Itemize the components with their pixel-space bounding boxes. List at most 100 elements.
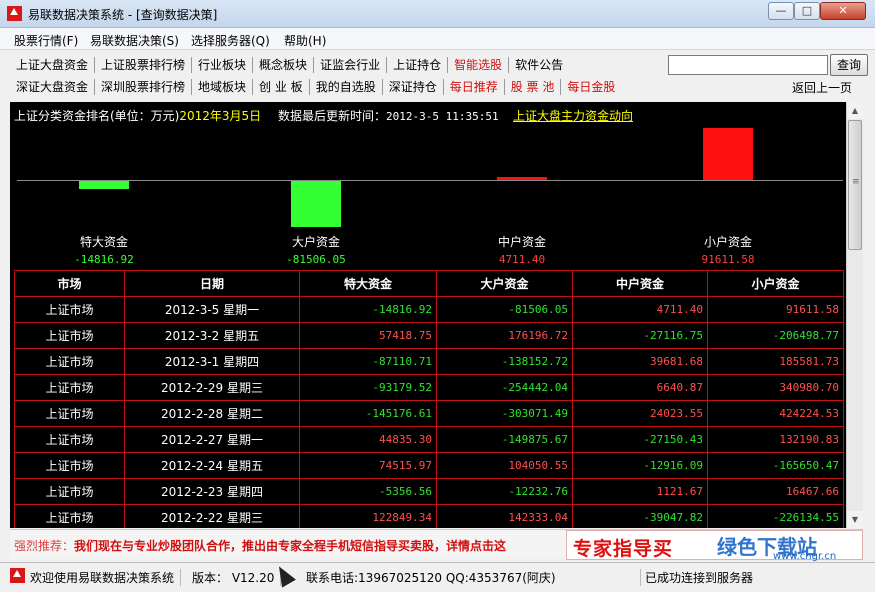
nav-link-r1-2[interactable]: 行业板块 bbox=[192, 57, 254, 73]
table-cell: 2012-2-23 星期四 bbox=[124, 478, 300, 505]
table-cell: 上证市场 bbox=[14, 478, 125, 505]
chart-value-label: -81506.05 bbox=[286, 253, 346, 266]
chart-bar bbox=[79, 181, 129, 190]
nav-link-r2-3[interactable]: 创 业 板 bbox=[253, 79, 310, 95]
table-row[interactable]: 上证市场 2012-2-22 星期三 122849.34 142333.04 -3904… bbox=[14, 504, 844, 528]
table-cell: -81506.05 bbox=[436, 296, 573, 323]
table-cell: 上证市场 bbox=[14, 400, 125, 427]
table-row[interactable]: 上证市场 2012-2-23 星期四 -5356.56 -12232.76 1121.6… bbox=[14, 478, 844, 505]
table-cell: 132190.83 bbox=[707, 426, 844, 453]
table-cell: -93179.52 bbox=[299, 374, 437, 401]
table-cell: 91611.58 bbox=[707, 296, 844, 323]
chart-category-label: 中户资金 bbox=[497, 235, 546, 249]
table-cell: 340980.70 bbox=[707, 374, 844, 401]
nav-link-r1-7[interactable]: 软件公告 bbox=[509, 57, 569, 73]
table-cell: 上证市场 bbox=[14, 322, 125, 349]
chart-value-label: -14816.92 bbox=[74, 253, 134, 266]
query-button[interactable]: 查询 bbox=[830, 54, 868, 76]
chart-category-label: 大户资金 bbox=[291, 235, 340, 249]
status-connection: 已成功连接到服务器 bbox=[640, 569, 759, 586]
chart-category-label: 特大资金 bbox=[79, 235, 128, 249]
nav-link-r1-0[interactable]: 上证大盘资金 bbox=[10, 57, 96, 73]
column-header: 中户资金 bbox=[572, 270, 708, 297]
menu-select-server[interactable]: 选择服务器(Q) bbox=[191, 32, 270, 49]
nav-row-1: 上证大盘资金 上证股票排行榜 行业板块 概念板块 证监会行业 上证持仓 智能选股 软件公告 bbox=[10, 56, 569, 76]
menu-data-decision[interactable]: 易联数据决策(S) bbox=[90, 32, 179, 49]
promo-text-link[interactable]: 我们现在与专业炒股团队合作，推出由专家全程手机短信指导买卖股，详情点击这 bbox=[74, 537, 506, 554]
table-row[interactable]: 上证市场 2012-2-29 星期三 -93179.52 -254442.04 6640… bbox=[14, 374, 844, 401]
table-cell: 2012-3-1 星期四 bbox=[124, 348, 300, 375]
table-cell: -87110.71 bbox=[299, 348, 437, 375]
chart-zero-axis bbox=[17, 180, 843, 181]
table-cell: -27116.75 bbox=[572, 322, 708, 349]
promo-banner[interactable]: 专家指导买 绿色下载站 www.cngr.cn bbox=[566, 530, 863, 562]
table-cell: 上证市场 bbox=[14, 426, 125, 453]
table-cell: 上证市场 bbox=[14, 296, 125, 323]
table-cell: 57418.75 bbox=[299, 322, 437, 349]
table-cell: -12232.76 bbox=[436, 478, 573, 505]
nav-link-r2-0[interactable]: 深证大盘资金 bbox=[10, 79, 96, 95]
table-cell: 4711.40 bbox=[572, 296, 708, 323]
vertical-scrollbar[interactable]: ▲ ▼ bbox=[846, 102, 863, 528]
table-cell: -206498.77 bbox=[707, 322, 844, 349]
nav-link-r2-2[interactable]: 地域板块 bbox=[192, 79, 254, 95]
nav-link-r2-1[interactable]: 深圳股票排行榜 bbox=[95, 79, 193, 95]
fund-ranking-panel: 上证分类资金排名(单位：万元)2012年3月5日 数据最后更新时间：2012-3… bbox=[10, 102, 846, 528]
nav-link-r1-4[interactable]: 证监会行业 bbox=[314, 57, 388, 73]
table-row[interactable]: 上证市场 2012-2-28 星期二 -145176.61 -303071.49 240… bbox=[14, 400, 844, 427]
table-cell: -303071.49 bbox=[436, 400, 573, 427]
table-cell: -39047.82 bbox=[572, 504, 708, 528]
table-cell: 6640.87 bbox=[572, 374, 708, 401]
table-cell: 39681.68 bbox=[572, 348, 708, 375]
nav-toolbar: 上证大盘资金 上证股票排行榜 行业板块 概念板块 证监会行业 上证持仓 智能选股 软件公告 深… bbox=[10, 52, 868, 100]
window-title: 易联数据决策系统 - [查询数据决策] bbox=[28, 8, 218, 22]
table-cell: -5356.56 bbox=[299, 478, 437, 505]
nav-link-r1-3[interactable]: 概念板块 bbox=[253, 57, 315, 73]
nav-link-r2-8[interactable]: 每日金股 bbox=[561, 79, 621, 95]
minimize-button[interactable]: — bbox=[768, 2, 794, 20]
chart-bar bbox=[291, 181, 341, 228]
search-input[interactable] bbox=[668, 55, 828, 75]
chart-bar bbox=[497, 177, 547, 180]
column-header: 日期 bbox=[124, 270, 300, 297]
nav-link-r2-4[interactable]: 我的自选股 bbox=[310, 79, 383, 95]
table-cell: 176196.72 bbox=[436, 322, 573, 349]
site-watermark-url: www.cngr.cn bbox=[773, 551, 837, 562]
nav-link-r1-6[interactable]: 智能选股 bbox=[448, 57, 510, 73]
chart-bar bbox=[703, 128, 753, 180]
close-button[interactable]: ✕ bbox=[820, 2, 866, 20]
back-link[interactable]: 返回上一页 bbox=[792, 79, 852, 96]
scroll-down-icon[interactable]: ▼ bbox=[847, 511, 863, 528]
menu-help[interactable]: 帮助(H) bbox=[284, 32, 326, 49]
status-logo-icon bbox=[10, 568, 25, 583]
panel-heading: 上证分类资金排名(单位：万元)2012年3月5日 bbox=[14, 107, 261, 124]
table-cell: 44835.30 bbox=[299, 426, 437, 453]
scroll-thumb[interactable] bbox=[848, 120, 862, 250]
table-body: 上证市场 2012-3-5 星期一 -14816.92 -81506.05 4711.4… bbox=[14, 296, 844, 528]
promo-strip[interactable]: 强烈推荐： 我们现在与专业炒股团队合作，推出由专家全程手机短信指导买卖股，详情点… bbox=[10, 529, 863, 562]
nav-link-r2-7[interactable]: 股 票 池 bbox=[505, 79, 562, 95]
table-row[interactable]: 上证市场 2012-3-5 星期一 -14816.92 -81506.05 4711.4… bbox=[14, 296, 844, 323]
menu-stock-quotes[interactable]: 股票行情(F) bbox=[14, 32, 78, 49]
table-cell: 424224.53 bbox=[707, 400, 844, 427]
table-row[interactable]: 上证市场 2012-2-24 星期五 74515.97 104050.55 -12916… bbox=[14, 452, 844, 479]
column-header: 市场 bbox=[14, 270, 125, 297]
table-row[interactable]: 上证市场 2012-2-27 星期一 44835.30 -149875.67 -2715… bbox=[14, 426, 844, 453]
table-row[interactable]: 上证市场 2012-3-1 星期四 -87110.71 -138152.72 39681… bbox=[14, 348, 844, 375]
update-time-value: 2012-3-5 11:35:51 bbox=[386, 110, 499, 123]
table-cell: -145176.61 bbox=[299, 400, 437, 427]
table-cell: 2012-2-27 星期一 bbox=[124, 426, 300, 453]
scroll-up-icon[interactable]: ▲ bbox=[847, 102, 863, 119]
nav-link-r2-6[interactable]: 每日推荐 bbox=[444, 79, 505, 95]
table-cell: 1121.67 bbox=[572, 478, 708, 505]
table-cell: 16467.66 bbox=[707, 478, 844, 505]
nav-link-r1-1[interactable]: 上证股票排行榜 bbox=[95, 57, 193, 73]
main-fund-trend-link[interactable]: 上证大盘主力资金动向 bbox=[513, 107, 633, 124]
nav-link-r2-5[interactable]: 深证持仓 bbox=[383, 79, 444, 95]
maximize-button[interactable]: □ bbox=[794, 2, 820, 20]
table-cell: -254442.04 bbox=[436, 374, 573, 401]
table-row[interactable]: 上证市场 2012-3-2 星期五 57418.75 176196.72 -27116.… bbox=[14, 322, 844, 349]
nav-link-r1-5[interactable]: 上证持仓 bbox=[387, 57, 449, 73]
table-cell: 2012-2-24 星期五 bbox=[124, 452, 300, 479]
status-bar: 欢迎使用易联数据决策系统 版本： V12.20 联系电话:13967025120… bbox=[0, 562, 875, 592]
